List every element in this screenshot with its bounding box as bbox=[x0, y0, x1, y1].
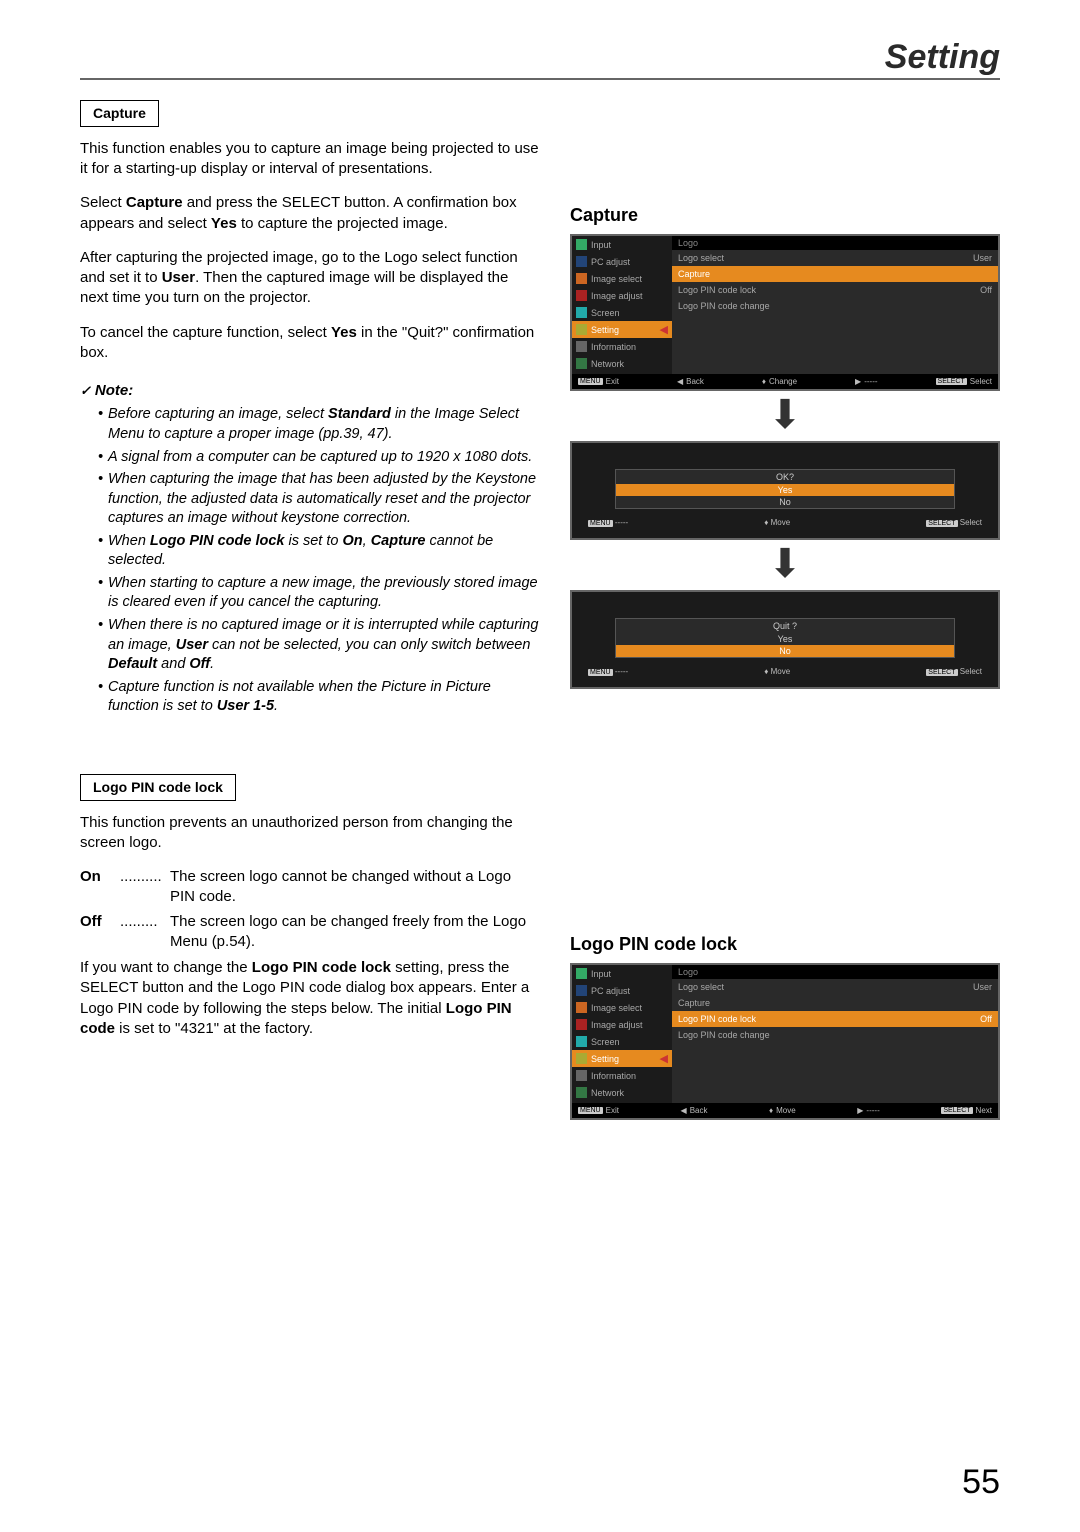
logo-lock-label: Logo PIN code lock bbox=[80, 774, 236, 801]
sidebar-item-setting: Setting◀ bbox=[572, 321, 672, 338]
option-logo-select: Logo selectUser bbox=[672, 250, 998, 266]
down-arrow-icon: ⬇ bbox=[570, 544, 1000, 584]
sidebar-item-information: Information bbox=[572, 1067, 672, 1084]
select-button-icon: SELECT bbox=[941, 1107, 972, 1114]
option-capture: Capture bbox=[672, 266, 998, 282]
sidebar-item-pc-adjust: PC adjust bbox=[572, 982, 672, 999]
quit-yes: Yes bbox=[616, 633, 954, 645]
sidebar-item-input: Input bbox=[572, 965, 672, 982]
note-item: When Logo PIN code lock is set to On, Ca… bbox=[98, 532, 540, 571]
ok-dialog: OK? Yes No MENU ----- ♦ Move SELECT Sele… bbox=[570, 441, 1000, 540]
network-icon bbox=[576, 1087, 587, 1098]
menu-sidebar: Input PC adjust Image select Image adjus… bbox=[572, 236, 672, 374]
network-icon bbox=[576, 358, 587, 369]
sidebar-item-pc-adjust: PC adjust bbox=[572, 253, 672, 270]
information-icon bbox=[576, 1070, 587, 1081]
capture-p1: Select Capture and press the SELECT butt… bbox=[80, 193, 540, 234]
note-item: When capturing the image that has been a… bbox=[98, 470, 540, 529]
sidebar-item-screen: Screen bbox=[572, 1033, 672, 1050]
submenu-header: Logo bbox=[672, 965, 998, 979]
option-capture: Capture bbox=[672, 995, 998, 1011]
information-icon bbox=[576, 341, 587, 352]
quit-title: Quit ? bbox=[616, 619, 954, 633]
input-icon bbox=[576, 239, 587, 250]
note-item: When starting to capture a new image, th… bbox=[98, 574, 540, 613]
note-item: When there is no captured image or it is… bbox=[98, 616, 540, 675]
note-heading: Note: bbox=[80, 381, 540, 401]
sidebar-item-network: Network bbox=[572, 355, 672, 372]
definition-list: On..........The screen logo cannot be ch… bbox=[80, 867, 540, 952]
image-adjust-icon bbox=[576, 290, 587, 301]
sidebar-item-image-select: Image select bbox=[572, 270, 672, 287]
option-logo-pin-lock: Logo PIN code lockOff bbox=[672, 282, 998, 298]
menu-footer: MENU Exit ◀Back ♦ Move ▶ ----- SELECT Ne… bbox=[572, 1103, 998, 1118]
page-header: Setting bbox=[885, 38, 1000, 77]
menu-sidebar: Input PC adjust Image select Image adjus… bbox=[572, 965, 672, 1103]
capture-p2: After capturing the projected image, go … bbox=[80, 248, 540, 309]
sidebar-item-information: Information bbox=[572, 338, 672, 355]
screen-icon bbox=[576, 1036, 587, 1047]
note-item: A signal from a computer can be captured… bbox=[98, 448, 540, 468]
ok-yes: Yes bbox=[616, 484, 954, 496]
left-column: Capture This function enables you to cap… bbox=[80, 100, 540, 1120]
ok-title: OK? bbox=[616, 470, 954, 484]
menu-footer: MENU Exit ◀Back ♦ Change ▶ ----- SELECT … bbox=[572, 374, 998, 389]
input-icon bbox=[576, 968, 587, 979]
screen-icon bbox=[576, 307, 587, 318]
submenu-header: Logo bbox=[672, 236, 998, 250]
image-adjust-icon bbox=[576, 1019, 587, 1030]
down-arrow-icon: ⬇ bbox=[570, 395, 1000, 435]
logo-intro: This function prevents an unauthorized p… bbox=[80, 813, 540, 854]
note-item: Before capturing an image, select Standa… bbox=[98, 405, 540, 444]
sidebar-item-image-adjust: Image adjust bbox=[572, 287, 672, 304]
option-logo-select: Logo selectUser bbox=[672, 979, 998, 995]
option-logo-pin-lock: Logo PIN code lockOff bbox=[672, 1011, 998, 1027]
ok-no: No bbox=[616, 496, 954, 508]
setting-icon bbox=[576, 324, 587, 335]
header-rule bbox=[80, 78, 1000, 80]
sidebar-item-input: Input bbox=[572, 236, 672, 253]
logo-p-after: If you want to change the Logo PIN code … bbox=[80, 958, 540, 1039]
select-button-icon: SELECT bbox=[936, 378, 967, 385]
menu-button-icon: MENU bbox=[578, 1107, 603, 1114]
sidebar-item-setting: Setting◀ bbox=[572, 1050, 672, 1067]
capture-label: Capture bbox=[80, 100, 159, 127]
arrow-icon: ◀ bbox=[660, 1052, 668, 1065]
off-label: Off bbox=[80, 912, 120, 953]
capture-intro: This function enables you to capture an … bbox=[80, 139, 540, 180]
pc-adjust-icon bbox=[576, 256, 587, 267]
menu-screenshot-capture: Input PC adjust Image select Image adjus… bbox=[570, 234, 1000, 391]
sidebar-item-screen: Screen bbox=[572, 304, 672, 321]
image-select-icon bbox=[576, 273, 587, 284]
notes-list: Before capturing an image, select Standa… bbox=[80, 405, 540, 716]
sidebar-item-network: Network bbox=[572, 1084, 672, 1101]
option-logo-pin-change: Logo PIN code change bbox=[672, 298, 998, 314]
menu-button-icon: MENU bbox=[578, 378, 603, 385]
quit-dialog: Quit ? Yes No MENU ----- ♦ Move SELECT S… bbox=[570, 590, 1000, 689]
on-label: On bbox=[80, 867, 120, 908]
on-text: The screen logo cannot be changed withou… bbox=[170, 867, 540, 908]
off-text: The screen logo can be changed freely fr… bbox=[170, 912, 540, 953]
arrow-icon: ◀ bbox=[660, 323, 668, 336]
menu-screenshot-logolock: Input PC adjust Image select Image adjus… bbox=[570, 963, 1000, 1120]
menu-right-panel: Logo Logo selectUser Capture Logo PIN co… bbox=[672, 965, 998, 1103]
option-logo-pin-change: Logo PIN code change bbox=[672, 1027, 998, 1043]
capture-heading: Capture bbox=[570, 205, 1000, 226]
menu-right-panel: Logo Logo selectUser Capture Logo PIN co… bbox=[672, 236, 998, 374]
sidebar-item-image-adjust: Image adjust bbox=[572, 1016, 672, 1033]
logo-lock-heading: Logo PIN code lock bbox=[570, 934, 1000, 955]
quit-no: No bbox=[616, 645, 954, 657]
pc-adjust-icon bbox=[576, 985, 587, 996]
page-number: 55 bbox=[962, 1463, 1000, 1502]
capture-p3: To cancel the capture function, select Y… bbox=[80, 323, 540, 364]
note-item: Capture function is not available when t… bbox=[98, 678, 540, 717]
sidebar-item-image-select: Image select bbox=[572, 999, 672, 1016]
right-column: Capture Input PC adjust Image select Ima… bbox=[570, 100, 1000, 1120]
setting-icon bbox=[576, 1053, 587, 1064]
image-select-icon bbox=[576, 1002, 587, 1013]
